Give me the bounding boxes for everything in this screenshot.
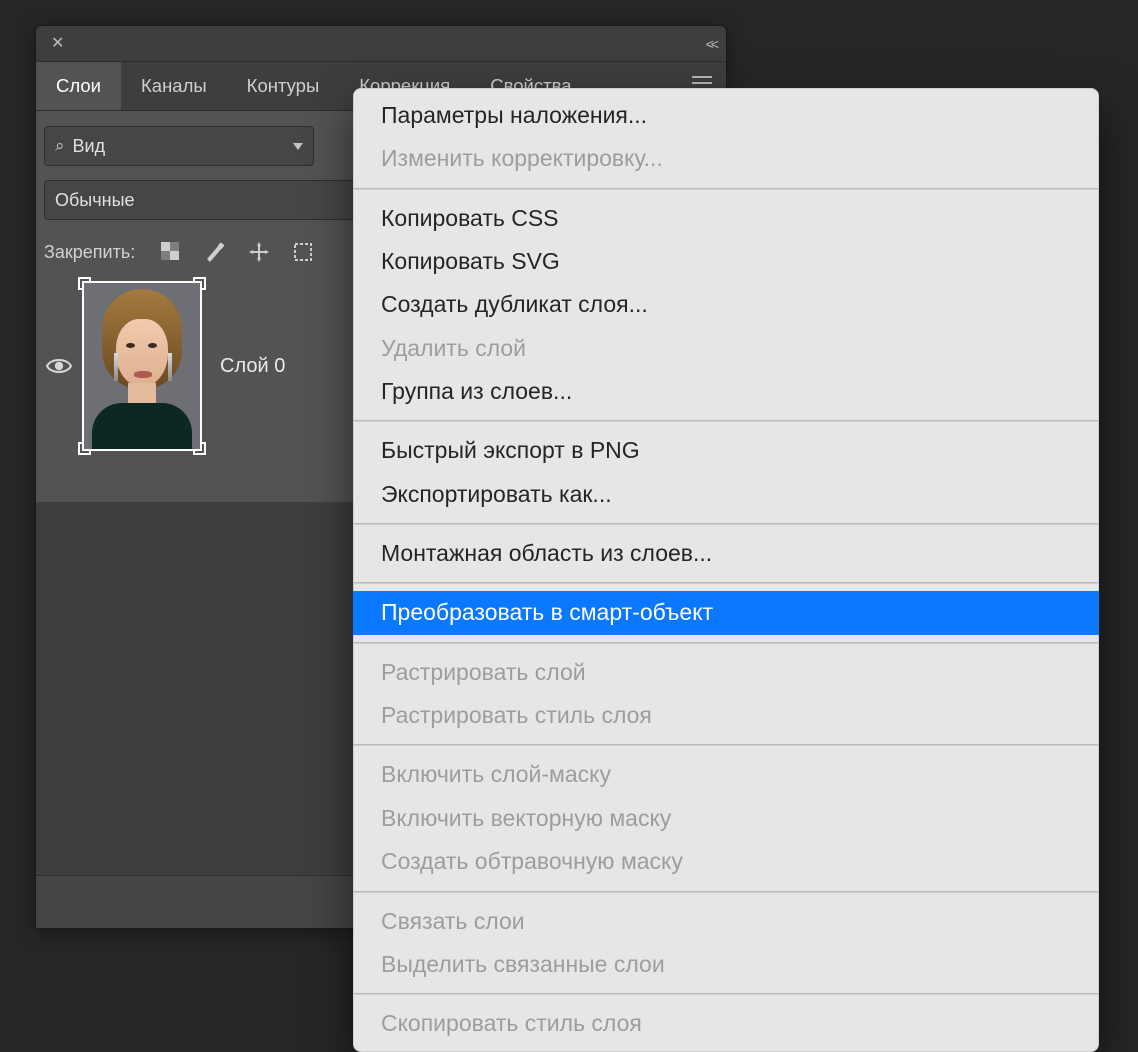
menu-separator — [353, 993, 1099, 995]
menu-separator — [353, 188, 1099, 190]
menu-item: Удалить слой — [353, 327, 1099, 370]
menu-separator — [353, 523, 1099, 525]
kind-label: Вид — [73, 136, 106, 157]
menu-item: Растрировать стиль слоя — [353, 694, 1099, 737]
close-icon[interactable]: ✕ — [46, 31, 69, 57]
tab-layers[interactable]: Слои — [36, 62, 121, 110]
menu-item[interactable]: Копировать CSS — [353, 197, 1099, 240]
menu-separator — [353, 891, 1099, 893]
menu-item: Выделить связанные слои — [353, 943, 1099, 986]
menu-item[interactable]: Монтажная область из слоев... — [353, 532, 1099, 575]
search-icon: ⌕ — [55, 136, 65, 156]
menu-item[interactable]: Быстрый экспорт в PNG — [353, 429, 1099, 472]
layer-name-label[interactable]: Слой 0 — [220, 355, 285, 378]
menu-item: Скопировать стиль слоя — [353, 1002, 1099, 1045]
lock-position-icon[interactable] — [247, 240, 271, 264]
menu-item[interactable]: Создать дубликат слоя... — [353, 283, 1099, 326]
menu-item: Включить векторную маску — [353, 797, 1099, 840]
lock-pixels-icon[interactable] — [203, 240, 227, 264]
blend-mode-label: Обычные — [55, 190, 135, 211]
lock-artboard-icon[interactable] — [291, 240, 315, 264]
menu-item: Связать слои — [353, 900, 1099, 943]
menu-item: Изменить корректировку... — [353, 137, 1099, 180]
menu-item[interactable]: Экспортировать как... — [353, 473, 1099, 516]
menu-item[interactable]: Копировать SVG — [353, 240, 1099, 283]
panel-titlebar: ✕ << — [36, 26, 726, 62]
tab-paths[interactable]: Контуры — [227, 62, 340, 110]
layer-thumbnail[interactable] — [82, 281, 202, 451]
menu-separator — [353, 744, 1099, 746]
menu-item[interactable]: Группа из слоев... — [353, 370, 1099, 413]
menu-item: Включить слой-маску — [353, 753, 1099, 796]
thumbnail-image — [84, 283, 200, 449]
lock-transparent-icon[interactable] — [159, 240, 183, 264]
chevron-down-icon — [293, 143, 303, 150]
menu-item[interactable]: Параметры наложения... — [353, 94, 1099, 137]
menu-separator — [353, 642, 1099, 644]
lock-label: Закрепить: — [44, 242, 135, 263]
menu-item: Создать обтравочную маску — [353, 840, 1099, 883]
layer-context-menu: Параметры наложения...Изменить корректир… — [353, 88, 1099, 1052]
menu-item: Растрировать слой — [353, 651, 1099, 694]
menu-item[interactable]: Преобразовать в смарт-объект — [353, 591, 1099, 634]
visibility-eye-icon[interactable] — [46, 357, 82, 375]
menu-separator — [353, 582, 1099, 584]
collapse-icon[interactable]: << — [706, 36, 716, 52]
layer-kind-filter[interactable]: ⌕ Вид — [44, 126, 314, 166]
tab-channels[interactable]: Каналы — [121, 62, 227, 110]
menu-separator — [353, 420, 1099, 422]
